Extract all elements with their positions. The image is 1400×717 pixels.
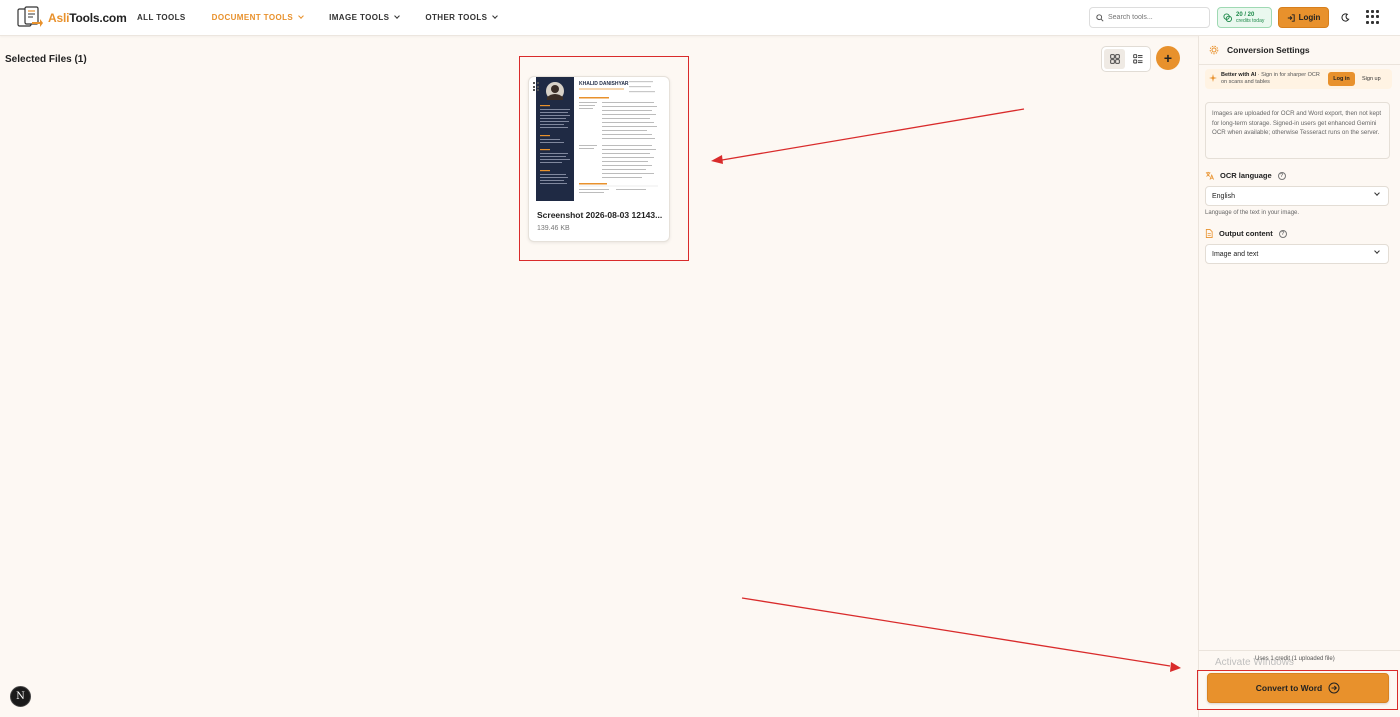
nav-image-tools[interactable]: IMAGE TOOLS	[329, 13, 401, 22]
arrowhead-file	[711, 155, 723, 164]
search-icon	[1096, 13, 1104, 22]
list-view-button[interactable]	[1127, 49, 1148, 69]
file-card[interactable]: KHALID DANISHYAR Screenshot 2026-08-03 1…	[528, 76, 670, 242]
nav-all-tools[interactable]: ALL TOOLS	[137, 13, 186, 22]
ocr-language-label: OCR language ?	[1205, 171, 1286, 180]
sparkle-icon	[1209, 74, 1217, 82]
ai-login-button[interactable]: Log in	[1328, 72, 1355, 86]
list-icon	[1132, 54, 1142, 64]
login-button[interactable]: Login	[1278, 7, 1329, 28]
add-file-button[interactable]: +	[1156, 46, 1180, 70]
arrow-to-convert	[741, 597, 1171, 667]
view-toggle	[1101, 46, 1151, 72]
nextjs-badge[interactable]: N	[10, 686, 31, 707]
storage-info-text: Images are uploaded for OCR and Word exp…	[1205, 102, 1390, 159]
theme-toggle-button[interactable]	[1337, 9, 1353, 25]
grid-icon	[1109, 54, 1120, 64]
moon-icon	[1340, 12, 1349, 22]
grid-view-button[interactable]	[1104, 49, 1125, 69]
ocr-language-hint: Language of the text in your image.	[1205, 210, 1300, 216]
logo-text: AsliTools.com	[48, 11, 127, 25]
arrow-right-circle-icon	[1328, 682, 1340, 694]
annotation-arrows	[711, 108, 1181, 672]
credits-label: credits today	[1236, 17, 1265, 24]
main-nav: ALL TOOLS DOCUMENT TOOLS IMAGE TOOLS OTH…	[137, 13, 523, 22]
search-input[interactable]	[1108, 14, 1198, 21]
resume-preview-image: KHALID DANISHYAR	[536, 77, 664, 201]
divider	[1199, 64, 1400, 65]
search-box[interactable]	[1089, 7, 1210, 28]
arrowhead-convert	[1170, 662, 1181, 672]
credits-badge[interactable]: 20 / 20 credits today	[1217, 7, 1272, 28]
file-name: Screenshot 2026-08-03 12143...	[537, 210, 663, 220]
thumb-name: KHALID DANISHYAR	[579, 81, 629, 87]
drag-handle-icon[interactable]	[533, 82, 541, 92]
translate-icon	[1205, 171, 1214, 180]
nav-other-tools[interactable]: OTHER TOOLS	[425, 13, 499, 22]
logo-icon	[17, 6, 43, 27]
ai-promo-banner: Better with AI · Sign in for sharper OCR…	[1205, 69, 1392, 89]
login-icon	[1287, 13, 1295, 22]
apps-grid-button[interactable]	[1366, 10, 1380, 24]
selected-files-title: Selected Files (1)	[5, 54, 87, 65]
conversion-settings-panel: Conversion Settings Better with AI · Sig…	[1198, 36, 1400, 717]
settings-title: Conversion Settings	[1227, 45, 1310, 55]
convert-to-word-button[interactable]: Convert to Word	[1207, 673, 1389, 703]
chevron-down-icon	[298, 13, 304, 19]
coins-icon	[1223, 13, 1232, 22]
plus-icon: +	[1163, 50, 1173, 66]
site-logo[interactable]: AsliTools.com	[16, 6, 127, 30]
file-size: 139.46 KB	[537, 225, 570, 232]
top-header: AsliTools.com ALL TOOLS DOCUMENT TOOLS I…	[0, 0, 1400, 36]
file-thumbnail: KHALID DANISHYAR	[536, 77, 664, 201]
arrow-to-file	[721, 108, 1025, 161]
chevron-down-icon	[394, 13, 401, 19]
chevron-down-icon	[1374, 248, 1380, 254]
document-icon	[1205, 229, 1213, 238]
chevron-down-icon	[1374, 190, 1380, 196]
divider	[1199, 650, 1400, 651]
chevron-down-icon	[492, 13, 499, 19]
output-content-select[interactable]: Image and text	[1205, 244, 1389, 264]
ai-promo-text: Better with AI · Sign in for sharper OCR…	[1221, 72, 1320, 85]
ai-signup-link[interactable]: Sign up	[1362, 72, 1381, 86]
settings-header: Conversion Settings	[1209, 45, 1310, 55]
ocr-language-select[interactable]: English	[1205, 186, 1389, 206]
nav-document-tools[interactable]: DOCUMENT TOOLS	[212, 13, 304, 22]
help-icon[interactable]: ?	[1277, 171, 1286, 180]
credit-usage-text: Uses 1 credit (1 uploaded file)	[1255, 656, 1335, 662]
gear-icon	[1209, 45, 1219, 55]
help-icon[interactable]: ?	[1278, 229, 1287, 238]
output-content-label: Output content ?	[1205, 229, 1287, 238]
